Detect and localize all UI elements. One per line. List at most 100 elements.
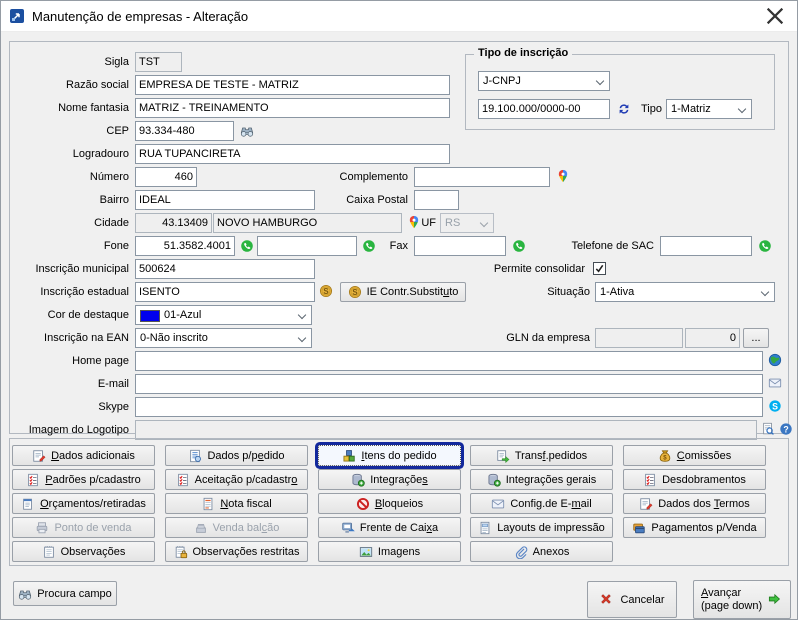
envelope-icon [491,497,505,511]
fone2-input[interactable] [257,236,357,256]
button-label: Integrações gerais [506,474,597,486]
cidade-name-input[interactable]: NOVO HAMBURGO [213,213,402,233]
layouts-de-impressao-button[interactable]: Layouts de impressão [470,517,613,538]
telefone-sac-input[interactable] [660,236,752,256]
cnpj-input[interactable]: 19.100.000/0000-00 [478,99,610,119]
frente-de-caixa-button[interactable]: Frente de Caixa [318,517,461,538]
ie-contr-substituto-button[interactable]: S IE Contr.Substituto [340,282,466,302]
nome-fantasia-input[interactable]: MATRIZ - TREINAMENTO [135,98,450,118]
button-label: Layouts de impressão [497,522,605,534]
complemento-input[interactable] [414,167,550,187]
caixa-postal-input[interactable] [414,190,459,210]
itens-do-pedido-button[interactable]: Itens do pedido [318,445,461,466]
email-label: E-mail [10,374,129,394]
procura-campo-button[interactable]: Procura campo [13,581,117,606]
integracoes-gerais-button[interactable]: Integrações gerais [470,469,613,490]
window-title: Manutenção de empresas - Alteração [32,9,248,24]
razao-social-label: Razão social [10,75,129,95]
cor-destaque-value: 01-Azul [164,309,201,321]
whatsapp-icon[interactable] [240,239,254,253]
permite-consolidar-label: Permite consolidar [470,259,585,279]
binoculars-icon[interactable] [240,124,254,138]
gln-more-button[interactable]: ... [743,328,769,348]
cep-input[interactable]: 93.334-480 [135,121,234,141]
button-label: Ponto de venda [54,522,131,534]
dados-dos-termos-button[interactable]: Dados dos Termos [623,493,766,514]
avancar-button[interactable]: Avançar (page down) [693,580,791,619]
notes-icon [42,545,56,559]
bairro-input[interactable]: IDEAL [135,190,315,210]
numero-label: Número [10,167,129,187]
dados-adicionais-button[interactable]: Dados adicionais [12,445,155,466]
gln-input-1[interactable] [595,328,683,348]
comissoes-button[interactable]: $Comissões [623,445,766,466]
map-pin-icon[interactable] [556,169,570,183]
permite-consolidar-checkbox[interactable] [593,262,606,275]
fone-input[interactable]: 51.3582.4001 [135,236,235,256]
button-label: Bloqueios [375,498,423,510]
integracoes-button[interactable]: Integrações [318,469,461,490]
gln-input-2[interactable]: 0 [685,328,740,348]
envelope-icon[interactable] [768,376,782,390]
razao-social-input[interactable]: EMPRESA DE TESTE - MATRIZ [135,75,450,95]
cancelar-button[interactable]: Cancelar [587,581,677,618]
app-arrow-icon [9,8,25,24]
bloqueios-button[interactable]: Bloqueios [318,493,461,514]
whatsapp-icon[interactable] [362,239,376,253]
anexos-button[interactable]: Anexos [470,541,613,562]
pagamentos-p-venda-button[interactable]: Pagamentos p/Venda [623,517,766,538]
inscricao-ean-select[interactable]: 0-Não inscrito [135,328,312,348]
config-de-e-mail-button[interactable]: Config.de E-mail [470,493,613,514]
inscricao-estadual-input[interactable]: ISENTO [135,282,315,302]
button-label: Frente de Caixa [360,522,438,534]
doc-preview-icon[interactable] [761,422,775,436]
svg-text:S: S [772,401,778,411]
color-swatch [140,310,160,322]
skype-icon[interactable]: S [768,399,782,413]
button-label: Venda balcão [213,522,280,534]
home-page-label: Home page [10,351,129,371]
fax-input[interactable] [414,236,506,256]
tipo-documento-select[interactable]: J-CNPJ [478,71,610,91]
aceitacao-p-cadastro-button[interactable]: Aceitação p/cadastro [165,469,308,490]
imagens-button[interactable]: Imagens [318,541,461,562]
email-input[interactable] [135,374,763,394]
whatsapp-icon[interactable] [758,239,772,253]
complemento-label: Complemento [308,167,408,187]
close-icon[interactable] [761,5,789,27]
situacao-value: 1-Ativa [600,286,634,298]
cor-destaque-label: Cor de destaque [10,305,129,325]
observacoes-button[interactable]: Observações [12,541,155,562]
notepad-pencil-icon [32,449,46,463]
globe-icon[interactable] [768,353,782,367]
notepad-pencil-icon [639,497,653,511]
sintegra-coin-icon[interactable]: S [319,284,333,298]
cidade-label: Cidade [10,213,129,233]
orcamentos-retiradas-button[interactable]: Orçamentos/retiradas [12,493,155,514]
tipo-matriz-select[interactable]: 1-Matriz [666,99,752,119]
inscricao-municipal-input[interactable]: 500624 [135,259,315,279]
observacoes-restritas-button[interactable]: Observações restritas [165,541,308,562]
notes-lock-icon [174,545,188,559]
transf-pedidos-button[interactable]: Transf.pedidos [470,445,613,466]
cor-destaque-select[interactable]: 01-Azul [135,305,312,325]
nota-fiscal-button[interactable]: Nota fiscal [165,493,308,514]
sigla-input[interactable]: TST [135,52,182,72]
help-icon[interactable]: ? [779,422,793,436]
padroes-p-cadastro-button[interactable]: Padrões p/cadastro [12,469,155,490]
logotipo-input[interactable] [135,420,757,440]
uf-select: RS [440,213,494,233]
home-page-input[interactable] [135,351,763,371]
desdobramentos-button[interactable]: Desdobramentos [623,469,766,490]
numero-input[interactable]: 460 [135,167,197,187]
logradouro-input[interactable]: RUA TUPANCIRETA [135,144,450,164]
whatsapp-icon[interactable] [512,239,526,253]
skype-input[interactable] [135,397,763,417]
block-icon [356,497,370,511]
dados-p-pedido-button[interactable]: Dados p/pedido [165,445,308,466]
title-bar: Manutenção de empresas - Alteração [1,1,797,32]
cidade-code-input[interactable]: 43.13409 [135,213,212,233]
situacao-select[interactable]: 1-Ativa [595,282,775,302]
button-label: Aceitação p/cadastro [195,474,298,486]
database-icon [487,473,501,487]
